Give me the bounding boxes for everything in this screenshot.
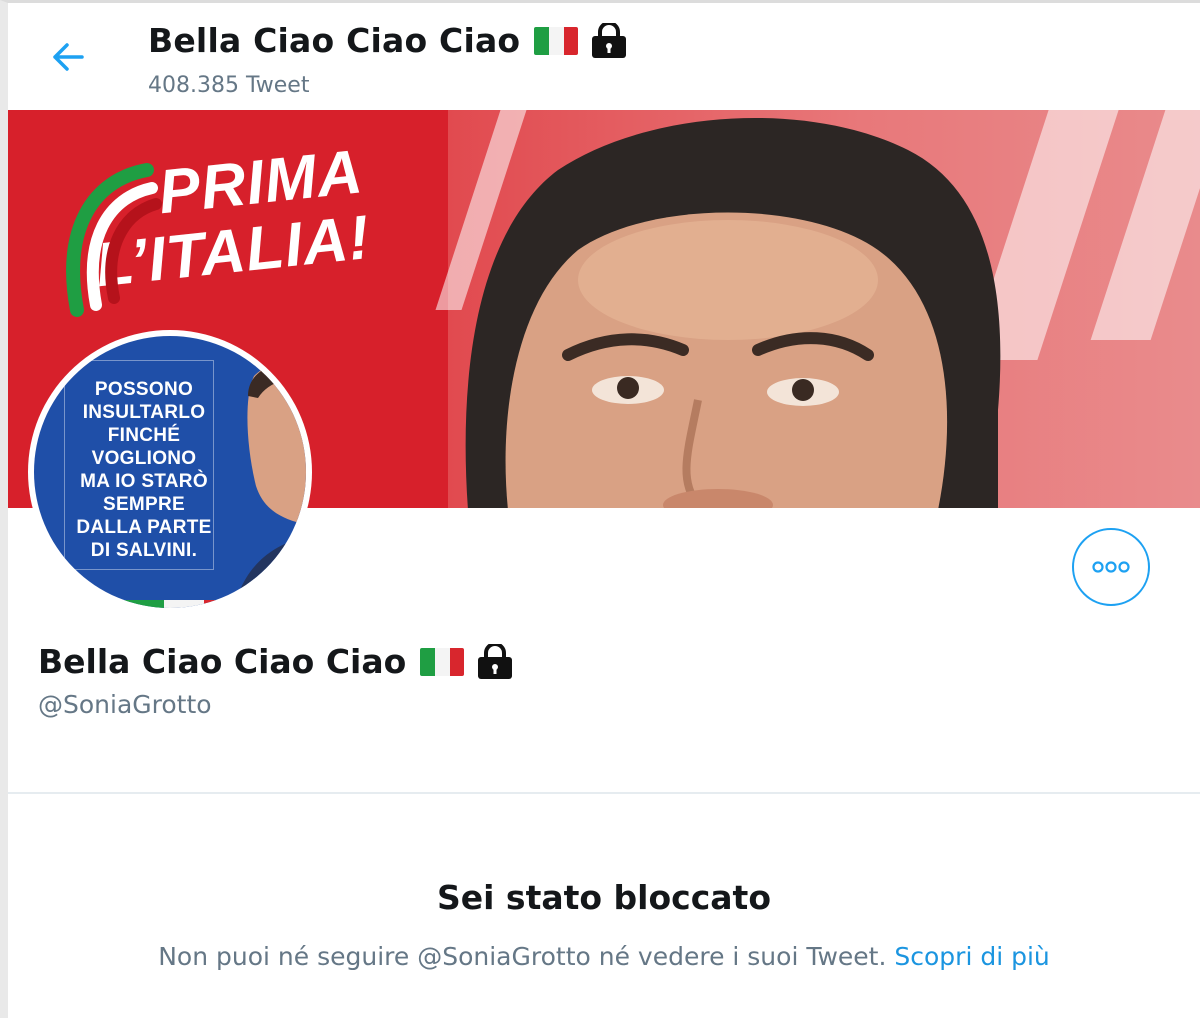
banner-portrait bbox=[465, 118, 1001, 508]
avatar-caption: POSSONO INSULTARLO FINCHÉ VOGLIONO MA IO… bbox=[64, 378, 224, 562]
italy-flag-icon bbox=[420, 647, 465, 676]
learn-more-link[interactable]: Scopri di più bbox=[894, 942, 1049, 971]
profile-name-text: Bella Ciao Ciao Ciao bbox=[38, 642, 407, 681]
avatar-line: DI SALVINI. bbox=[90, 540, 198, 561]
blocked-message: Non puoi né seguire @SoniaGrotto né vede… bbox=[0, 942, 1200, 971]
avatar-portrait bbox=[234, 360, 306, 608]
lock-icon bbox=[592, 22, 627, 58]
header-title-text: Bella Ciao Ciao Ciao bbox=[148, 21, 521, 60]
more-options-button[interactable] bbox=[1072, 528, 1150, 606]
profile-header: Bella Ciao Ciao Ciao 408.385 Tweet bbox=[8, 3, 1200, 109]
avatar-line: MA IO STARÒ bbox=[80, 471, 208, 492]
profile-handle: @SoniaGrotto bbox=[38, 690, 212, 719]
banner-photo bbox=[435, 110, 1200, 508]
avatar-line: POSSONO bbox=[94, 379, 194, 400]
avatar-line: DALLA PARTE bbox=[76, 517, 212, 538]
avatar-line: FINCHÉ bbox=[107, 425, 181, 446]
more-options-icon[interactable] bbox=[1091, 561, 1131, 573]
back-button[interactable] bbox=[44, 33, 92, 81]
section-divider bbox=[8, 792, 1200, 794]
avatar-flag-stripe bbox=[124, 600, 244, 608]
italy-flag-icon bbox=[534, 26, 579, 55]
profile-avatar[interactable]: POSSONO INSULTARLO FINCHÉ VOGLIONO MA IO… bbox=[28, 330, 312, 614]
tricolor-swoosh-icon bbox=[66, 163, 162, 317]
header-title: Bella Ciao Ciao Ciao bbox=[148, 21, 628, 60]
lock-icon bbox=[478, 643, 513, 679]
avatar-line: SEMPRE bbox=[102, 494, 186, 515]
back-arrow-icon[interactable] bbox=[51, 42, 85, 72]
avatar-line: VOGLIONO bbox=[91, 448, 197, 469]
blocked-message-text: Non puoi né seguire @SoniaGrotto né vede… bbox=[158, 942, 887, 971]
avatar-line: INSULTARLO bbox=[82, 402, 206, 423]
blocked-title: Sei stato bloccato bbox=[436, 878, 771, 917]
profile-name: Bella Ciao Ciao Ciao bbox=[38, 642, 514, 681]
tweet-count: 408.385 Tweet bbox=[148, 73, 310, 98]
avatar-image: POSSONO INSULTARLO FINCHÉ VOGLIONO MA IO… bbox=[34, 336, 306, 608]
